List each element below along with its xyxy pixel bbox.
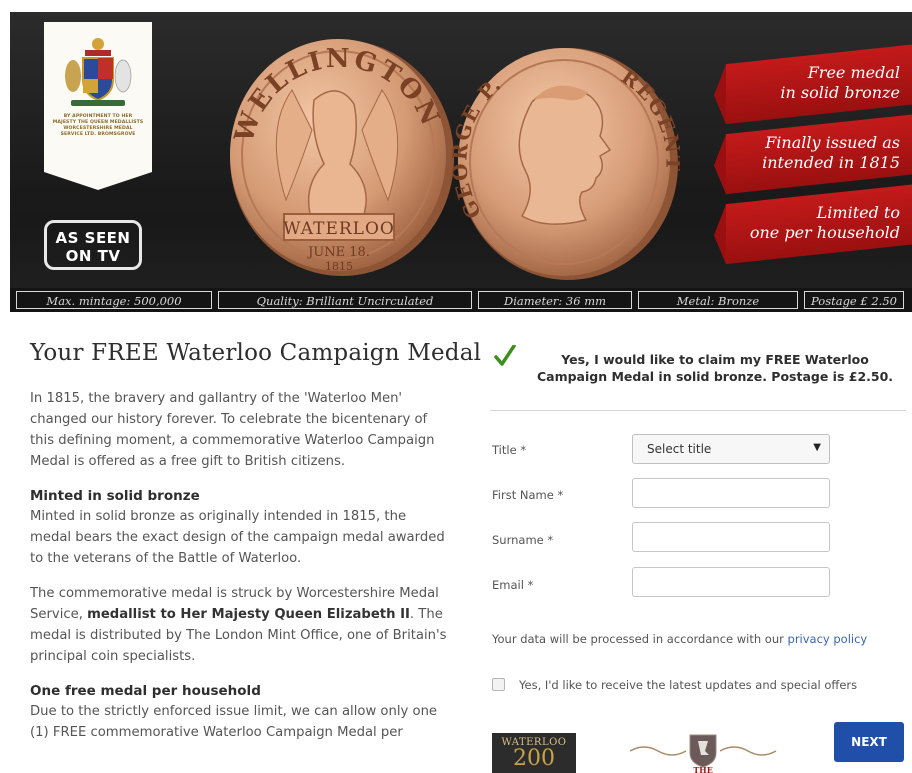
tv-badge-line-1: AS SEEN bbox=[55, 229, 131, 247]
ribbon-free-medal: Free medal in solid bronze bbox=[726, 43, 912, 125]
mint-logo-text: THE bbox=[693, 765, 713, 773]
london-mint-office-logo: THE bbox=[629, 734, 777, 773]
ribbon-2-line-1: Finally issued as bbox=[765, 132, 900, 152]
marketing-optin: Yes, I'd like to receive the latest upda… bbox=[492, 678, 857, 692]
required-mark: * bbox=[527, 578, 534, 592]
next-button[interactable]: NEXT bbox=[834, 722, 904, 762]
surname-label: Surname * bbox=[492, 533, 553, 547]
required-mark: * bbox=[557, 488, 564, 502]
privacy-text: Your data will be processed in accordanc… bbox=[492, 632, 788, 646]
as-seen-on-tv-badge: AS SEEN ON TV bbox=[44, 220, 142, 270]
spec-postage: Postage £ 2.50 bbox=[804, 291, 904, 309]
required-mark: * bbox=[547, 533, 554, 547]
spec-quality: Quality: Brilliant Uncirculated bbox=[218, 291, 472, 309]
royal-warrant-plaque: BY APPOINTMENT TO HER MAJESTY THE QUEEN … bbox=[44, 22, 152, 190]
coin-obverse-george-regent: GEORGE P. REGENT bbox=[450, 48, 680, 280]
hero-banner: BY APPOINTMENT TO HER MAJESTY THE QUEEN … bbox=[10, 12, 912, 312]
spec-metal: Metal: Bronze bbox=[638, 291, 798, 309]
first-name-input[interactable] bbox=[632, 478, 830, 508]
section-text-bronze: Minted in solid bronze as originally int… bbox=[30, 509, 445, 566]
optin-text: Yes, I'd like to receive the latest upda… bbox=[519, 678, 858, 692]
ribbon-3-line-1: Limited to bbox=[816, 202, 900, 222]
checkmark-icon bbox=[494, 345, 516, 366]
ribbon-1-line-2: in solid bronze bbox=[780, 82, 900, 102]
page-title: Your FREE Waterloo Campaign Medal bbox=[30, 340, 482, 366]
section-text-household: Due to the strictly enforced issue limit… bbox=[30, 704, 438, 740]
royal-crest-icon bbox=[65, 38, 132, 106]
spec-diameter: Diameter: 36 mm bbox=[478, 291, 632, 309]
claim-text: Yes, I would like to claim my FREE Water… bbox=[536, 352, 894, 384]
title-label: Title * bbox=[492, 443, 526, 457]
first-name-label-text: First Name bbox=[492, 488, 554, 502]
section-heading-household: One free medal per household bbox=[30, 683, 261, 699]
title-label-text: Title bbox=[492, 443, 517, 457]
ribbon-issued-1815: Finally issued as intended in 1815 bbox=[726, 113, 912, 195]
coin-date-line2: 1815 bbox=[325, 260, 353, 273]
surname-label-text: Surname bbox=[492, 533, 544, 547]
coin-reverse-wellington: WELLINGTON WATERLOO JUNE 18. 1815 bbox=[229, 39, 454, 276]
coin-band-waterloo: WATERLOO bbox=[283, 219, 395, 239]
privacy-policy-link[interactable]: privacy policy bbox=[788, 632, 868, 646]
surname-input[interactable] bbox=[632, 522, 830, 552]
medallist-text-bold: medallist to Her Majesty Queen Elizabeth… bbox=[87, 607, 410, 622]
ribbon-3-line-2: one per household bbox=[749, 222, 900, 242]
ribbon-1-line-1: Free medal bbox=[807, 62, 900, 82]
required-mark: * bbox=[520, 443, 527, 457]
coin-date-line1: JUNE 18. bbox=[306, 245, 370, 260]
email-input[interactable] bbox=[632, 567, 830, 597]
title-select-value: Select title bbox=[647, 442, 712, 456]
email-label: Email * bbox=[492, 578, 533, 592]
waterloo-200-logo-number: 200 bbox=[513, 746, 555, 771]
intro-paragraph: In 1815, the bravery and gallantry of th… bbox=[30, 391, 435, 469]
section-heading-bronze: Minted in solid bronze bbox=[30, 488, 200, 504]
ribbon-2-line-2: intended in 1815 bbox=[762, 152, 900, 172]
privacy-notice: Your data will be processed in accordanc… bbox=[492, 632, 867, 646]
first-name-label: First Name * bbox=[492, 488, 563, 502]
intro-column: Your FREE Waterloo Campaign Medal In 181… bbox=[30, 340, 482, 757]
email-label-text: Email bbox=[492, 578, 524, 592]
title-select[interactable]: Select title ▼ bbox=[632, 434, 830, 464]
spec-mintage: Max. mintage: 500,000 bbox=[16, 291, 212, 309]
waterloo-200-logo: WATERLOO 200 bbox=[492, 733, 576, 773]
chevron-down-icon: ▼ bbox=[813, 442, 821, 453]
medallist-paragraph: The commemorative medal is struck by Wor… bbox=[30, 583, 450, 667]
spec-bar: Max. mintage: 500,000 Quality: Brilliant… bbox=[10, 288, 912, 312]
top-strip bbox=[0, 0, 912, 12]
warrant-text: BY APPOINTMENT TO HER MAJESTY THE QUEEN … bbox=[52, 114, 144, 137]
tv-badge-line-2: ON TV bbox=[65, 247, 121, 265]
claim-confirmation: Yes, I would like to claim my FREE Water… bbox=[494, 345, 906, 395]
form-divider bbox=[490, 410, 906, 411]
optin-checkbox[interactable] bbox=[492, 678, 505, 691]
